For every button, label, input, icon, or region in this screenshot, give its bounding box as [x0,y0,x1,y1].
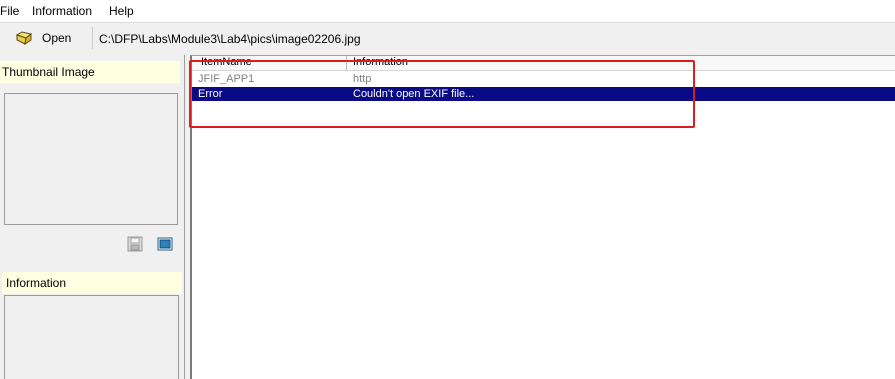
toolbar-divider [92,27,93,49]
save-icon[interactable] [127,236,143,252]
menu-information[interactable]: Information [32,4,92,18]
menu-file[interactable]: File [0,4,19,18]
left-panel: Thumbnail Image Information [0,55,188,379]
thumbnail-box [4,93,178,225]
open-button[interactable]: Open [10,27,84,49]
toolbar: Open C:\DFP\Labs\Module3\Lab4\pics\image… [0,22,895,55]
annotation-highlight-box [189,60,695,128]
panel-divider[interactable] [184,55,185,379]
menu-help[interactable]: Help [109,4,134,18]
information-header: Information [2,272,182,294]
open-folder-icon [15,31,34,46]
view-image-icon[interactable] [157,236,173,252]
information-box [4,295,179,379]
thumbnail-header: Thumbnail Image [0,61,180,83]
menu-bar: File Information Help [0,0,895,22]
file-path: C:\DFP\Labs\Module3\Lab4\pics\image02206… [99,32,361,46]
open-button-label: Open [42,31,72,45]
